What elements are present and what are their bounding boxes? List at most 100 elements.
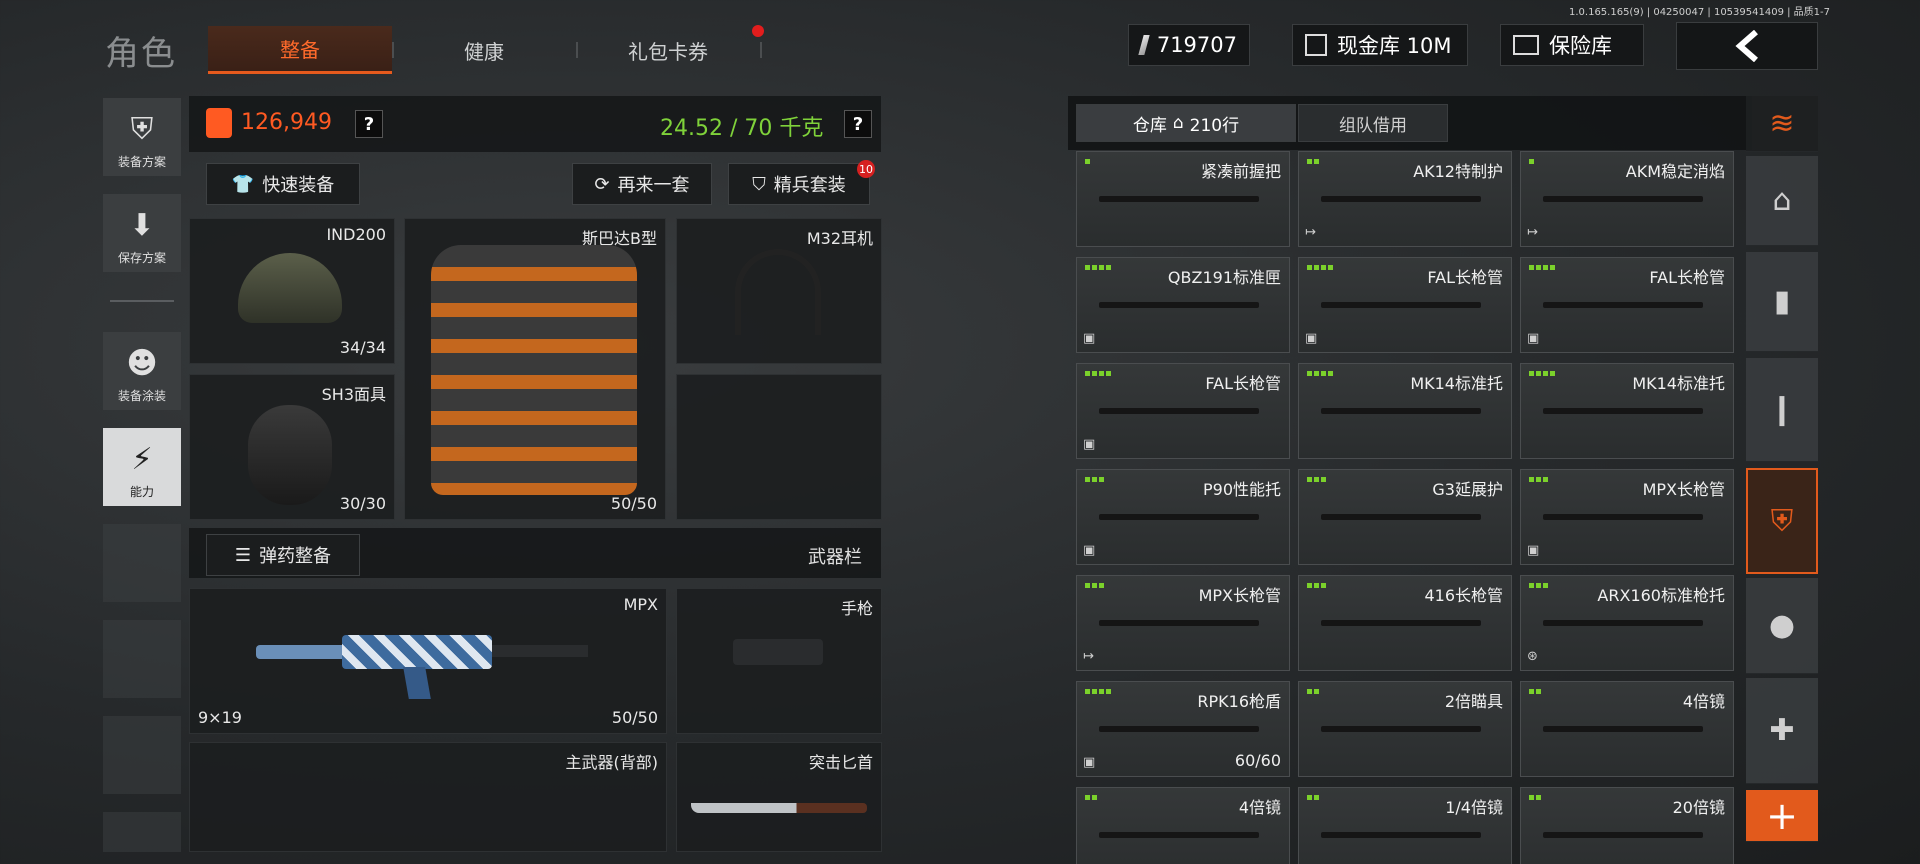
helmet-durability: 34/34	[339, 338, 386, 357]
tab-storage[interactable]: 仓库 ⌂ 210行	[1076, 104, 1296, 142]
category-ammo[interactable]: ❙	[1746, 358, 1818, 462]
warehouse-item[interactable]: AKM稳定消焰 ↦	[1520, 151, 1734, 247]
helmet-icon	[238, 253, 342, 323]
category-add[interactable]: +	[1746, 790, 1818, 842]
item-name: ARX160标准枪托	[1597, 586, 1725, 605]
category-gear-vest[interactable]: ⛨	[1746, 468, 1818, 574]
empty-gear-slot[interactable]	[676, 374, 882, 520]
chevron-left-icon	[1735, 30, 1758, 62]
elite-kit-button[interactable]: ⛉ 精兵套装	[728, 163, 870, 205]
item-image	[1321, 832, 1481, 838]
pistol-slot[interactable]: 手枪	[676, 588, 882, 734]
cash-vault-button[interactable]: 现金库 10M	[1292, 24, 1468, 66]
back-button[interactable]	[1676, 22, 1818, 70]
item-image	[1099, 620, 1259, 626]
item-name: 4倍镜	[1238, 798, 1281, 817]
insurance-button[interactable]: 保险库	[1500, 24, 1644, 66]
tab-team-borrow[interactable]: 组队借用	[1298, 104, 1448, 142]
category-home[interactable]: ⌂	[1746, 156, 1818, 246]
primary-weapon-slot[interactable]: MPX 9×19 50/50	[189, 588, 667, 734]
item-image	[1543, 620, 1703, 626]
rarity-dots	[1085, 265, 1111, 270]
save-plan-label: 保存方案	[117, 251, 166, 265]
ability-button[interactable]: ⚡ 能力	[103, 428, 181, 506]
ammo-prep-button[interactable]: ☰ 弹药整备	[206, 534, 360, 576]
warehouse-item[interactable]: FAL长枪管 ▣	[1298, 257, 1512, 353]
save-plan-button[interactable]: ⬇ 保存方案	[103, 194, 181, 272]
warehouse-item[interactable]: 416长枪管	[1298, 575, 1512, 671]
quick-equip-button[interactable]: 👕 快速装备	[206, 163, 360, 205]
rarity-dots	[1307, 477, 1326, 482]
mask-slot[interactable]: SH3面具 30/30	[189, 374, 395, 520]
armor-durability: 50/50	[610, 494, 657, 513]
back-weapon-slot[interactable]: 主武器(背部)	[189, 742, 667, 852]
warehouse-item[interactable]: 紧凑前握把	[1076, 151, 1290, 247]
tab-gift-cards[interactable]: 礼包卡券	[576, 26, 760, 74]
item-durability: 60/60	[1234, 751, 1281, 770]
item-status-icon: ↦	[1527, 225, 1538, 240]
currency-display[interactable]: 719707	[1128, 24, 1250, 66]
warehouse-item[interactable]: ARX160标准枪托 ⊛	[1520, 575, 1734, 671]
warehouse-item[interactable]: 20倍镜	[1520, 787, 1734, 864]
weight-help-button[interactable]: ?	[844, 110, 872, 138]
category-magazine[interactable]: ▮	[1746, 252, 1818, 352]
rarity-dots	[1529, 689, 1541, 694]
tab-equip[interactable]: 整备	[208, 26, 392, 74]
helmet-slot[interactable]: IND200 34/34	[189, 218, 395, 364]
quick-equip-label: 快速装备	[262, 175, 335, 196]
melee-slot[interactable]: 突击匕首	[676, 742, 882, 852]
loadout-plan-button[interactable]: ⛨ 装备方案	[103, 98, 181, 176]
grenade-icon: ●	[1768, 608, 1796, 643]
warehouse-item[interactable]: 4倍镜	[1520, 681, 1734, 777]
warehouse-item[interactable]: 1/4倍镜	[1298, 787, 1512, 864]
reroll-button[interactable]: ⟳ 再来一套	[572, 163, 712, 205]
warehouse-item[interactable]: MPX长枪管 ↦	[1076, 575, 1290, 671]
warehouse-item[interactable]: MPX长枪管 ▣	[1520, 469, 1734, 565]
headset-icon	[735, 249, 821, 335]
melee-name: 突击匕首	[808, 753, 873, 772]
elite-kit-label: 精兵套装	[773, 175, 846, 196]
warehouse-item[interactable]: FAL长枪管 ▣	[1076, 363, 1290, 459]
headset-slot[interactable]: M32耳机	[676, 218, 882, 364]
item-image	[1321, 620, 1481, 626]
armor-slot[interactable]: 斯巴达B型 50/50	[404, 218, 666, 520]
currency-amount: 719707	[1156, 33, 1237, 57]
tab-health[interactable]: 健康	[392, 26, 576, 74]
primary-weapon-durability: 50/50	[611, 708, 658, 727]
rarity-dots	[1307, 795, 1319, 800]
menu-divider	[110, 300, 174, 302]
rarity-dots	[1529, 265, 1555, 270]
item-image	[1543, 514, 1703, 520]
item-image	[1321, 408, 1481, 414]
warehouse-item[interactable]: MK14标准托	[1520, 363, 1734, 459]
warehouse-item[interactable]: AK12特制护 ↦	[1298, 151, 1512, 247]
insurance-label: 保险库	[1549, 34, 1612, 58]
rarity-dots	[1529, 583, 1548, 588]
item-image	[1543, 726, 1703, 732]
rarity-dots	[1307, 265, 1333, 270]
warehouse-item[interactable]: RPK16枪盾 ▣ 60/60	[1076, 681, 1290, 777]
warehouse-item[interactable]: 2倍瞄具	[1298, 681, 1512, 777]
category-medkit[interactable]: ✚	[1746, 678, 1818, 784]
item-name: 416长枪管	[1424, 586, 1503, 605]
item-name: 4倍镜	[1682, 692, 1725, 711]
warehouse-item[interactable]: MK14标准托	[1298, 363, 1512, 459]
rarity-dots	[1085, 689, 1111, 694]
item-status-icon: ▣	[1305, 331, 1318, 346]
item-image	[1543, 408, 1703, 414]
rarity-dots	[1085, 159, 1090, 164]
item-name: P90性能托	[1202, 480, 1281, 499]
rarity-dots	[1529, 159, 1534, 164]
warehouse-item[interactable]: 4倍镜	[1076, 787, 1290, 864]
download-icon: ⬇	[129, 208, 155, 243]
category-grenade[interactable]: ●	[1746, 578, 1818, 674]
category-layers[interactable]: ≋	[1746, 96, 1818, 152]
warehouse-item[interactable]: G3延展护	[1298, 469, 1512, 565]
warehouse-item[interactable]: QBZ191标准匣 ▣	[1076, 257, 1290, 353]
equipment-skin-button[interactable]: ☻ 装备涂装	[103, 332, 181, 410]
warehouse-item[interactable]: P90性能托 ▣	[1076, 469, 1290, 565]
item-image	[1321, 514, 1481, 520]
value-help-button[interactable]: ?	[355, 110, 383, 138]
medkit-icon: ✚	[1769, 713, 1795, 748]
warehouse-item[interactable]: FAL长枪管 ▣	[1520, 257, 1734, 353]
